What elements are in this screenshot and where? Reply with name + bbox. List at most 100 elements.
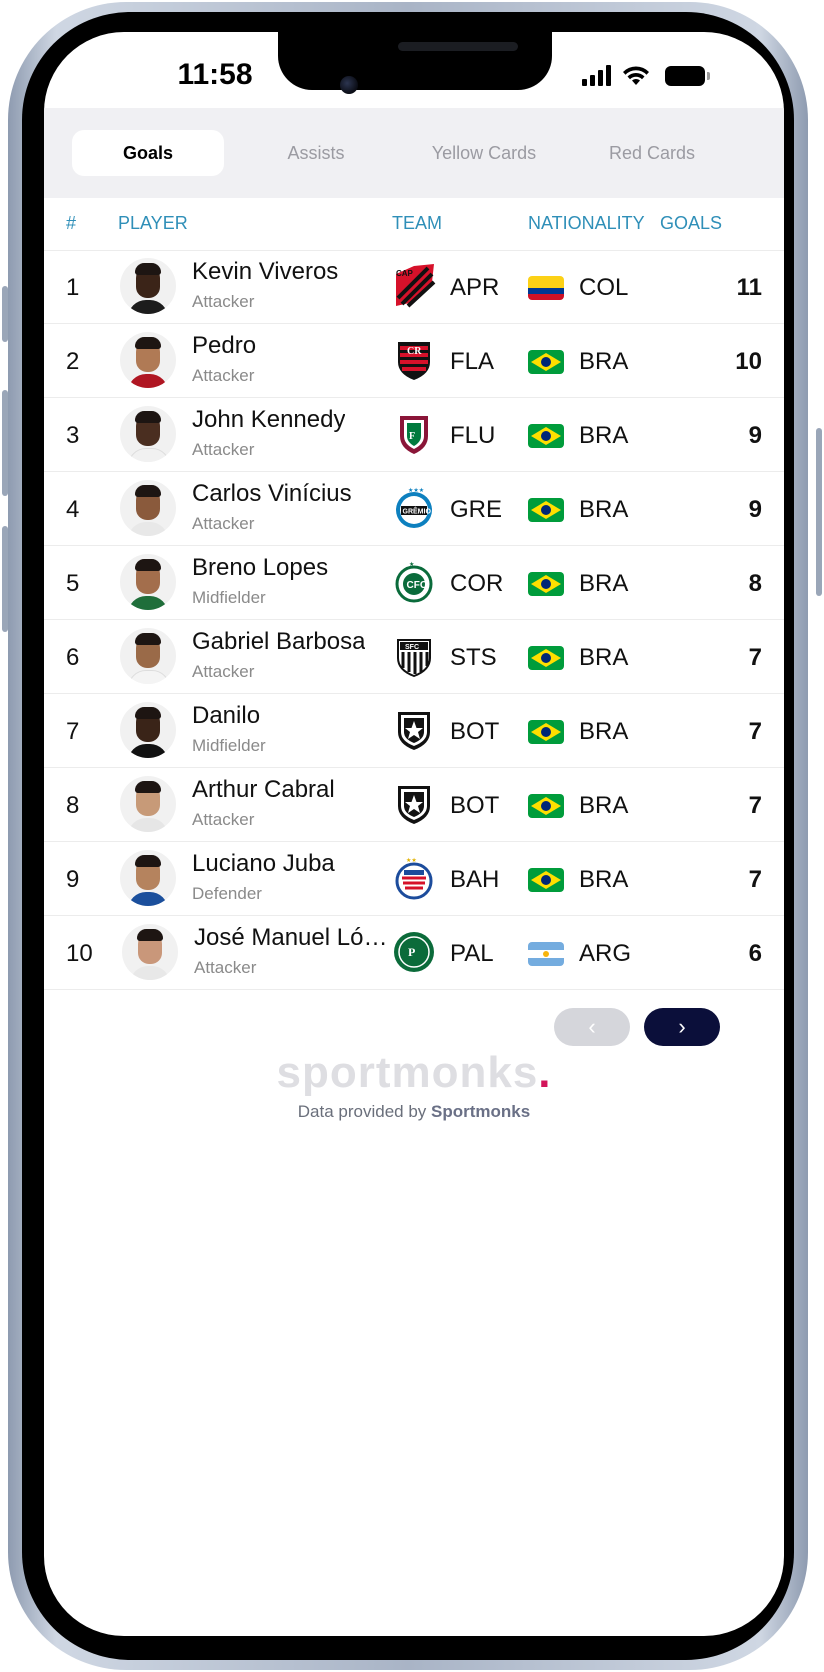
credit-brand-link[interactable]: Sportmonks (431, 1102, 530, 1121)
brazil-flag-icon (528, 868, 564, 892)
mute-switch (2, 286, 8, 342)
player-position: Attacker (192, 810, 255, 829)
table-row[interactable]: 9 Luciano Juba Defender ★★ BAH BRA 7 (44, 842, 784, 916)
nationality-code: BRA (579, 644, 629, 671)
battery-icon (665, 66, 710, 86)
palmeiras-crest-icon: P (394, 932, 434, 972)
svg-text:F: F (409, 431, 415, 442)
svg-text:P: P (408, 945, 415, 959)
goals-value: 8 (748, 570, 762, 597)
tab-assists[interactable]: Assists (240, 130, 392, 176)
player-name: Pedro (192, 332, 257, 359)
table-row[interactable]: 3 John Kennedy Attacker F FLU BRA 9 (44, 398, 784, 472)
chevron-left-icon: ‹ (588, 1014, 596, 1039)
team-code: FLU (450, 422, 496, 449)
goals-value: 7 (748, 866, 762, 893)
fluminense-crest-icon: F (400, 416, 428, 454)
nationality-code: BRA (579, 718, 629, 745)
team-code: BAH (450, 866, 500, 893)
table-row[interactable]: 2 Pedro Attacker CR FLA BRA 10 (44, 324, 784, 398)
goals-value: 7 (748, 644, 762, 671)
header-player: PLAYER (118, 213, 188, 233)
player-avatar (120, 628, 176, 684)
nationality-code: ARG (579, 940, 632, 967)
row-rank: 6 (66, 644, 80, 671)
cellular-signal-icon (582, 64, 611, 86)
player-name: Carlos Vinícius (192, 480, 352, 507)
botafogo-crest-icon (398, 712, 430, 750)
team-code: FLA (450, 348, 495, 375)
goals-value: 7 (748, 718, 762, 745)
svg-text:★: ★ (409, 561, 414, 568)
santos-crest-icon: SFC (397, 639, 431, 678)
stat-tabs: Goals Assists Yellow Cards Red Cards (44, 108, 784, 198)
brazil-flag-icon (528, 646, 564, 670)
header-nationality: NATIONALITY (528, 213, 645, 233)
gremio-crest-icon: GRÊMIO ★★★ (396, 487, 432, 528)
team-code: COR (450, 570, 504, 597)
colombia-flag-icon (528, 276, 564, 300)
row-rank: 9 (66, 866, 80, 893)
tab-goals[interactable]: Goals (72, 130, 224, 176)
row-rank: 4 (66, 496, 80, 523)
player-name: Luciano Juba (192, 850, 335, 877)
nationality-code: COL (579, 274, 629, 301)
brazil-flag-icon (528, 794, 564, 818)
player-name: José Manuel Ló… (194, 924, 388, 951)
volume-up-button (2, 390, 8, 496)
table-row[interactable]: 8 Arthur Cabral Attacker BOT BRA 7 (44, 768, 784, 842)
player-avatar (120, 776, 176, 832)
coritiba-crest-icon: CFC ★ (395, 561, 433, 603)
speaker-grille (398, 42, 518, 51)
player-avatar (120, 554, 176, 610)
table-row[interactable]: 5 Breno Lopes Midfielder CFC ★ COR BRA 8 (44, 546, 784, 620)
row-rank: 2 (66, 348, 80, 375)
nationality-code: BRA (579, 866, 629, 893)
team-code: GRE (450, 496, 503, 523)
status-icons (582, 62, 710, 86)
svg-text:CAP: CAP (396, 269, 414, 278)
chevron-right-icon: › (678, 1014, 686, 1039)
player-position: Midfielder (192, 588, 266, 607)
player-position: Defender (192, 884, 262, 903)
table-row[interactable]: 1 Kevin Viveros Attacker CAP APR COL 11 (44, 250, 784, 324)
table-row[interactable]: 6 Gabriel Barbosa Attacker SFC STS BRA 7 (44, 620, 784, 694)
botafogo-crest-icon (398, 786, 430, 824)
volume-down-button (2, 526, 8, 632)
svg-text:GRÊMIO: GRÊMIO (403, 507, 432, 516)
table-row[interactable]: 7 Danilo Midfielder BOT BRA 7 (44, 694, 784, 768)
bahia-crest-icon: ★★ (395, 857, 433, 900)
svg-text:CFC: CFC (407, 580, 428, 591)
player-avatar (120, 702, 176, 758)
brazil-flag-icon (528, 424, 564, 448)
goals-value: 6 (748, 940, 762, 967)
brazil-flag-icon (528, 350, 564, 374)
tab-red-cards[interactable]: Red Cards (576, 130, 728, 176)
player-name: Breno Lopes (192, 554, 329, 581)
row-rank: 7 (66, 718, 80, 745)
player-avatar (120, 406, 176, 462)
row-rank: 1 (66, 274, 80, 301)
table-row[interactable]: 10 José Manuel Ló… Attacker P PAL ARG 6 (44, 916, 784, 990)
data-credit: Data provided by Sportmonks (44, 1102, 784, 1122)
player-name: Kevin Viveros (192, 258, 339, 285)
nationality-code: BRA (579, 570, 629, 597)
player-position: Attacker (192, 292, 255, 311)
row-rank: 8 (66, 792, 80, 819)
nationality-code: BRA (579, 496, 629, 523)
team-code: STS (450, 644, 497, 671)
row-rank: 10 (66, 940, 93, 967)
svg-text:★★★: ★★★ (408, 487, 424, 494)
sportmonks-logo: sportmonks. (276, 1048, 552, 1097)
goals-value: 9 (748, 496, 762, 523)
svg-text:CR: CR (407, 346, 422, 357)
table-row[interactable]: 4 Carlos Vinícius Attacker GRÊMIO ★★★ GR… (44, 472, 784, 546)
previous-page-button[interactable]: ‹ (554, 1008, 630, 1046)
player-position: Attacker (194, 958, 257, 977)
argentina-flag-icon (528, 942, 564, 966)
notch (278, 32, 552, 90)
tab-yellow-cards[interactable]: Yellow Cards (408, 130, 560, 176)
next-page-button[interactable]: › (644, 1008, 720, 1046)
nationality-code: BRA (579, 422, 629, 449)
goals-value: 10 (735, 348, 762, 375)
